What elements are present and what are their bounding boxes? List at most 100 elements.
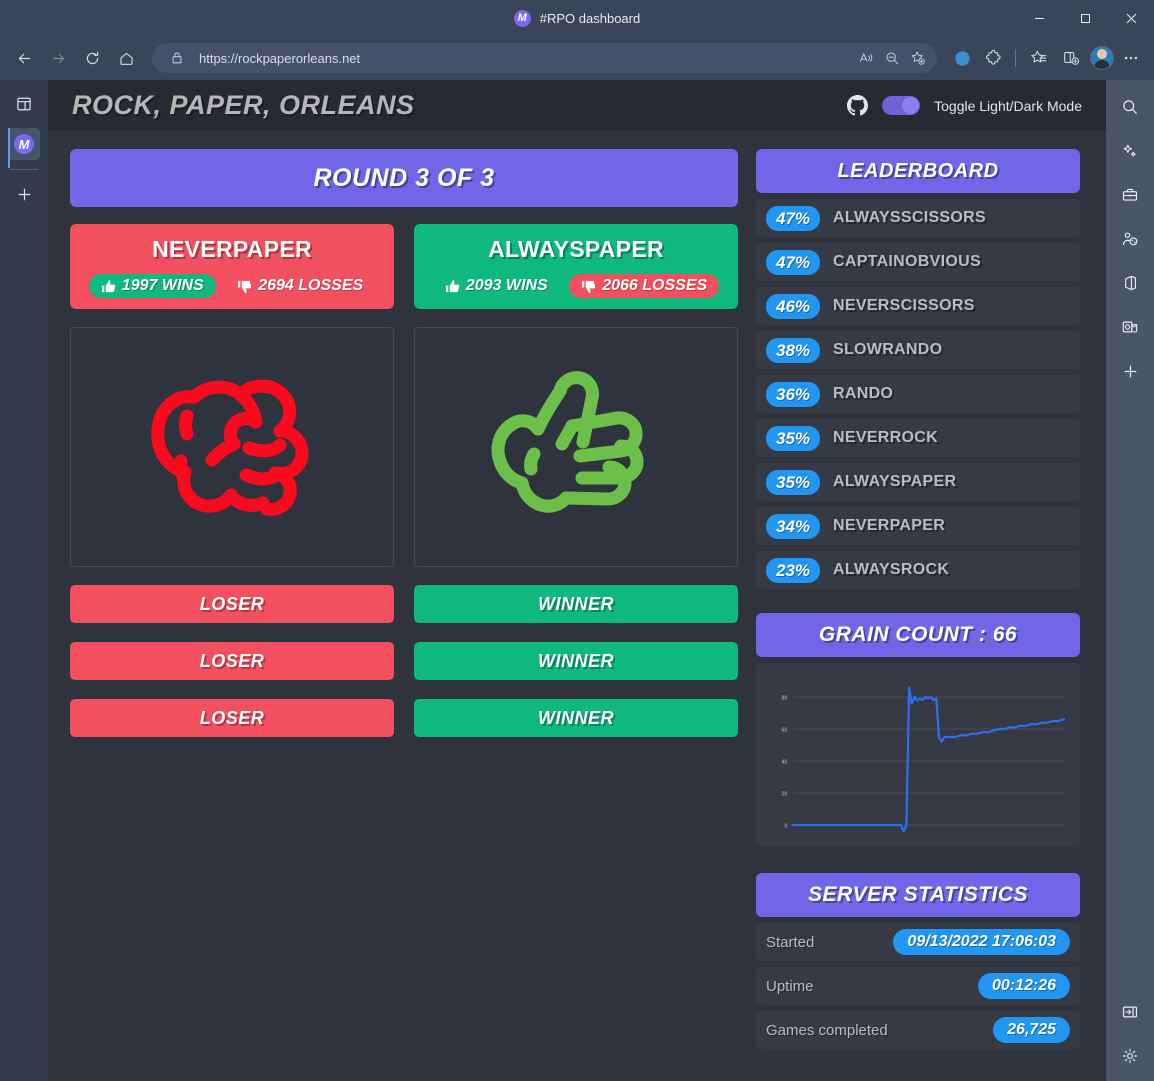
new-tab-icon[interactable] (8, 178, 40, 210)
leaderboard-percent: 38% (766, 337, 820, 363)
svg-text:20: 20 (782, 791, 788, 797)
right-rail-bottom (1106, 985, 1154, 1073)
active-tab-accent (8, 128, 10, 168)
home-icon[interactable] (110, 42, 142, 74)
title-bar: M #RPO dashboard (0, 0, 1154, 36)
leaderboard-name: ALWAYSSCISSORS (833, 209, 986, 226)
stat-label: Uptime (766, 977, 814, 995)
expand-sidebar-icon[interactable] (1113, 995, 1147, 1029)
tools-icon[interactable] (1113, 178, 1147, 212)
grain-chart-svg: 0 20 40 60 80 (782, 686, 1066, 833)
maximize-button[interactable] (1062, 0, 1108, 36)
extensions-icon[interactable] (979, 43, 1009, 73)
leaderboard-percent: 35% (766, 425, 820, 451)
leaderboard-name: CAPTAINOBVIOUS (833, 253, 981, 270)
minimize-button[interactable] (1016, 0, 1062, 36)
add-favorite-icon[interactable] (905, 45, 931, 71)
list-item[interactable]: 23% ALWAYSROCK (756, 551, 1080, 589)
player-card: ALWAYSPAPER 2093 WINS 2066 LOSSES (414, 224, 738, 309)
list-item[interactable]: 38% SLOWRANDO (756, 331, 1080, 369)
theme-toggle[interactable] (882, 96, 921, 115)
round-banner: ROUND 3 OF 3 (70, 149, 738, 207)
stat-value: 09/13/2022 17:06:03 (893, 929, 1070, 955)
leaderboard-name: NEVERROCK (833, 429, 938, 446)
thumbs-down-icon (582, 280, 596, 293)
hand-display (414, 327, 738, 567)
leaderboard-name: NEVERPAPER (833, 517, 946, 534)
stats-column: LEADERBOARD 47% ALWAYSSCISSORS 47% CAPTA… (756, 149, 1080, 1055)
browser-right-rail (1106, 80, 1154, 1081)
page-title: ROCK, PAPER, ORLEANS (72, 90, 415, 120)
stat-value: 26,725 (993, 1017, 1070, 1043)
leaderboard-percent: 35% (766, 469, 820, 495)
add-sidebar-icon[interactable] (1113, 354, 1147, 388)
games-icon[interactable] (1113, 222, 1147, 256)
svg-text:0: 0 (784, 823, 787, 829)
sidebar-settings-icon[interactable] (1113, 1039, 1147, 1073)
player-losses: 2694 LOSSES (225, 274, 375, 298)
site-header: ROCK, PAPER, ORLEANS Toggle Light/Dark M… (48, 80, 1106, 131)
list-item[interactable]: 35% ALWAYSPAPER (756, 463, 1080, 501)
copilot-icon[interactable] (1113, 134, 1147, 168)
player-name: ALWAYSPAPER (488, 236, 664, 262)
player-losses: 2066 LOSSES (569, 274, 720, 298)
leaderboard-percent: 36% (766, 381, 820, 407)
leaderboard-list: 47% ALWAYSSCISSORS 47% CAPTAINOBVIOUS 46… (756, 199, 1080, 589)
browser-essentials-icon[interactable] (947, 43, 977, 73)
read-aloud-icon[interactable] (853, 45, 879, 71)
refresh-icon[interactable] (76, 42, 108, 74)
tab-actions-icon[interactable] (8, 88, 40, 120)
address-bar[interactable]: https://rockpaperorleans.net (152, 43, 937, 73)
rpo-tab-icon[interactable]: M (8, 128, 40, 168)
leaderboard-name: NEVERSCISSORS (833, 297, 975, 314)
round-results: LOSER LOSER LOSER WINNER WINNER WINNER (70, 585, 738, 756)
toolbar-divider (1015, 49, 1016, 67)
stat-value: 00:12:26 (977, 973, 1070, 999)
list-item[interactable]: 46% NEVERSCISSORS (756, 287, 1080, 325)
list-item[interactable]: 35% NEVERROCK (756, 419, 1080, 457)
result-badge: LOSER (70, 642, 394, 680)
forward-icon[interactable] (42, 42, 74, 74)
active-tab[interactable]: M #RPO dashboard (0, 0, 1154, 36)
grain-count-title: GRAIN COUNT : 66 (756, 613, 1080, 657)
search-icon[interactable] (1113, 90, 1147, 124)
player-card: NEVERPAPER 1997 WINS 2694 LOSSES (70, 224, 394, 309)
stat-label: Games completed (766, 1021, 888, 1039)
server-statistics-title: SERVER STATISTICS (756, 873, 1080, 917)
github-icon[interactable] (847, 95, 869, 116)
site-permissions-icon[interactable] (164, 45, 190, 71)
theme-toggle-label: Toggle Light/Dark Mode (934, 97, 1082, 114)
office-icon[interactable] (1113, 266, 1147, 300)
settings-more-icon[interactable] (1116, 43, 1146, 73)
web-page: ROCK, PAPER, ORLEANS Toggle Light/Dark M… (48, 80, 1106, 1081)
url-text[interactable]: https://rockpaperorleans.net (199, 51, 853, 66)
list-item[interactable]: 34% NEVERPAPER (756, 507, 1080, 545)
tab-title: #RPO dashboard (539, 10, 641, 26)
leaderboard-name: ALWAYSPAPER (833, 473, 957, 490)
navigation-bar: https://rockpaperorleans.net (0, 36, 1154, 80)
svg-text:40: 40 (782, 759, 788, 765)
grain-count-chart: 0 20 40 60 80 (756, 663, 1080, 847)
browser-left-rail: M (0, 80, 48, 1081)
thumbs-up-icon (101, 279, 115, 292)
result-badge: WINNER (414, 699, 738, 737)
leaderboard-name: SLOWRANDO (833, 341, 943, 358)
close-button[interactable] (1108, 0, 1154, 36)
header-actions: Toggle Light/Dark Mode (847, 95, 1082, 116)
zoom-out-icon[interactable] (879, 45, 905, 71)
player-stats: 2093 WINS 2066 LOSSES (428, 274, 724, 298)
toggle-knob (902, 97, 920, 114)
favorites-icon[interactable] (1024, 43, 1054, 73)
split-screen-icon[interactable] (1056, 43, 1086, 73)
result-badge: WINNER (414, 642, 738, 680)
list-item[interactable]: 36% RANDO (756, 375, 1080, 413)
back-icon[interactable] (8, 42, 40, 74)
dashboard-content: ROUND 3 OF 3 NEVERPAPER 1997 WINS 2694 L… (48, 131, 1106, 1055)
svg-text:80: 80 (782, 695, 788, 701)
leaderboard-percent: 23% (766, 557, 820, 583)
profile-avatar[interactable] (1090, 46, 1114, 70)
leaderboard-title: LEADERBOARD (756, 149, 1080, 193)
list-item[interactable]: 47% ALWAYSSCISSORS (756, 199, 1080, 237)
list-item[interactable]: 47% CAPTAINOBVIOUS (756, 243, 1080, 281)
outlook-icon[interactable] (1113, 310, 1147, 344)
